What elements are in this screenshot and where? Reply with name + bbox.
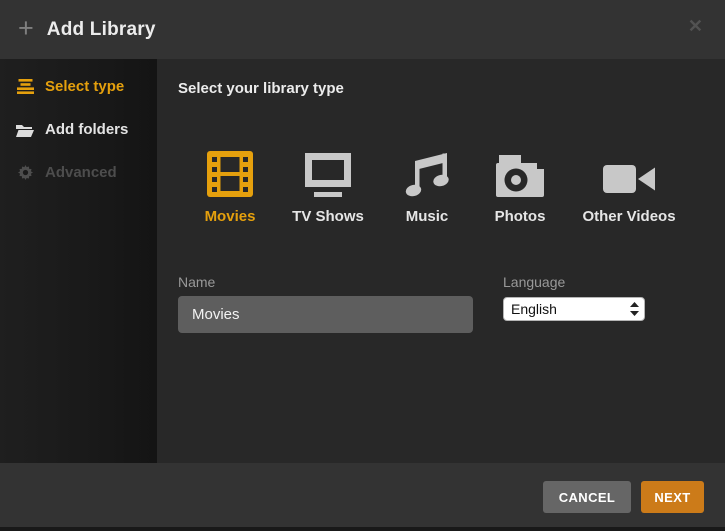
type-label: Music [377,208,477,225]
film-strip-icon [180,147,280,197]
dialog-footer: CANCEL NEXT [0,463,725,527]
next-button[interactable]: NEXT [641,481,704,513]
sidebar-item-advanced: Advanced [16,164,117,181]
dialog-body: Select your library type Movies [157,59,725,463]
close-icon[interactable]: ✕ [688,17,703,35]
plus-icon: + [18,15,34,42]
dialog-sidebar: Select type Add folders Advanced [0,59,157,463]
library-type-other-videos[interactable]: Other Videos [579,147,679,227]
type-label: Photos [470,208,570,225]
dialog-bottom-edge [0,527,725,531]
name-input[interactable] [178,296,473,333]
sidebar-item-add-folders[interactable]: Add folders [16,121,128,138]
type-label: Movies [180,208,280,225]
dialog-title: Add Library [47,19,156,41]
library-type-music[interactable]: Music [377,147,477,227]
type-label: Other Videos [579,208,679,225]
video-camera-icon [579,147,679,197]
sidebar-item-label: Add folders [45,121,128,138]
name-field-label: Name [178,274,215,290]
library-type-tv-shows[interactable]: TV Shows [278,147,378,227]
dialog-header: + Add Library ✕ [0,0,725,59]
gear-icon [16,165,34,180]
sidebar-item-label: Select type [45,78,124,95]
folder-icon [16,123,34,137]
list-lines-icon [16,79,34,94]
music-note-icon [377,147,477,197]
camera-icon [470,147,570,197]
tv-icon [278,147,378,197]
sidebar-item-label: Advanced [45,164,117,181]
library-type-heading: Select your library type [178,80,344,97]
cancel-button[interactable]: CANCEL [543,481,631,513]
language-field-label: Language [503,274,565,290]
type-label: TV Shows [278,208,378,225]
language-select[interactable]: English [503,297,645,321]
select-arrows-icon [630,302,639,316]
library-type-movies[interactable]: Movies [180,147,280,227]
add-library-dialog: + Add Library ✕ Select type Add folders … [0,0,725,531]
sidebar-item-select-type[interactable]: Select type [16,78,124,95]
language-select-value: English [511,301,630,317]
library-type-photos[interactable]: Photos [470,147,570,227]
